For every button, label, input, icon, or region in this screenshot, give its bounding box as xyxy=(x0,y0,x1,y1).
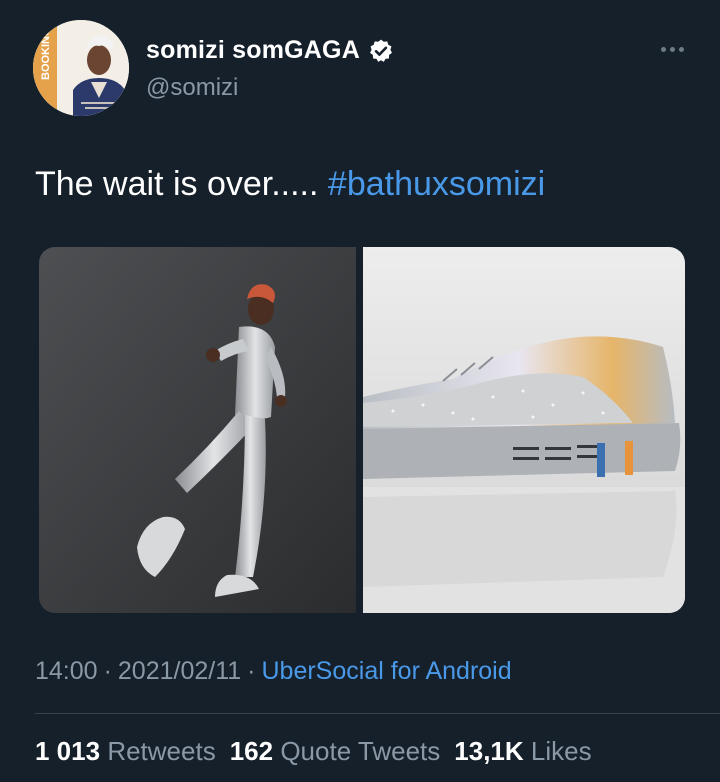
verified-badge-icon xyxy=(370,39,392,62)
more-dot xyxy=(660,46,666,52)
tweet-body: The wait is over..... xyxy=(35,165,319,203)
sneaker-photo-image xyxy=(363,247,685,613)
hashtag-link[interactable]: #bathuxsomizi xyxy=(328,165,545,203)
tweet-date[interactable]: 2021/02/11 xyxy=(118,657,241,685)
tweet-meta: 14:00 · 2021/02/11 · UberSocial for Android xyxy=(35,657,512,686)
tweet: BOOKING somizi somGAGA @somizi The wait … xyxy=(0,0,720,782)
tweet-source-link[interactable]: UberSocial for Android xyxy=(262,657,512,685)
quote-tweets-count: 162 xyxy=(229,736,274,766)
user-handle[interactable]: @somizi xyxy=(146,74,238,102)
more-dot xyxy=(669,46,675,52)
likes-count: 13,1K xyxy=(454,736,524,766)
meta-separator: · xyxy=(103,657,112,685)
media-photo-sneaker[interactable] xyxy=(363,247,685,613)
retweets-count: 1 013 xyxy=(35,736,101,766)
more-dot xyxy=(678,46,684,52)
tweet-stats: 1 013 Retweets 162 Quote Tweets 13,1K Like… xyxy=(35,736,606,767)
retweets-stat[interactable]: 1 013 Retweets xyxy=(35,736,216,766)
divider xyxy=(35,713,720,714)
more-options-icon[interactable] xyxy=(652,36,692,62)
avatar-image: BOOKING xyxy=(33,20,129,116)
name-row: somizi somGAGA xyxy=(146,36,394,65)
display-name[interactable]: somizi somGAGA xyxy=(146,36,360,65)
avatar-booking-text: BOOKING xyxy=(40,27,52,80)
person-photo-image xyxy=(39,247,356,613)
tweet-time[interactable]: 14:00 xyxy=(35,657,98,685)
profile-avatar[interactable]: BOOKING xyxy=(33,20,129,116)
retweets-label: Retweets xyxy=(107,736,216,766)
likes-label: Likes xyxy=(530,736,592,766)
likes-stat[interactable]: 13,1K Likes xyxy=(454,736,591,766)
meta-separator: · xyxy=(247,657,256,685)
quote-tweets-label: Quote Tweets xyxy=(280,736,441,766)
tweet-media[interactable] xyxy=(39,247,685,613)
media-photo-person[interactable] xyxy=(39,247,356,613)
tweet-text: The wait is over..... #bathuxsomizi xyxy=(35,163,545,205)
quote-tweets-stat[interactable]: 162 Quote Tweets xyxy=(230,736,441,766)
